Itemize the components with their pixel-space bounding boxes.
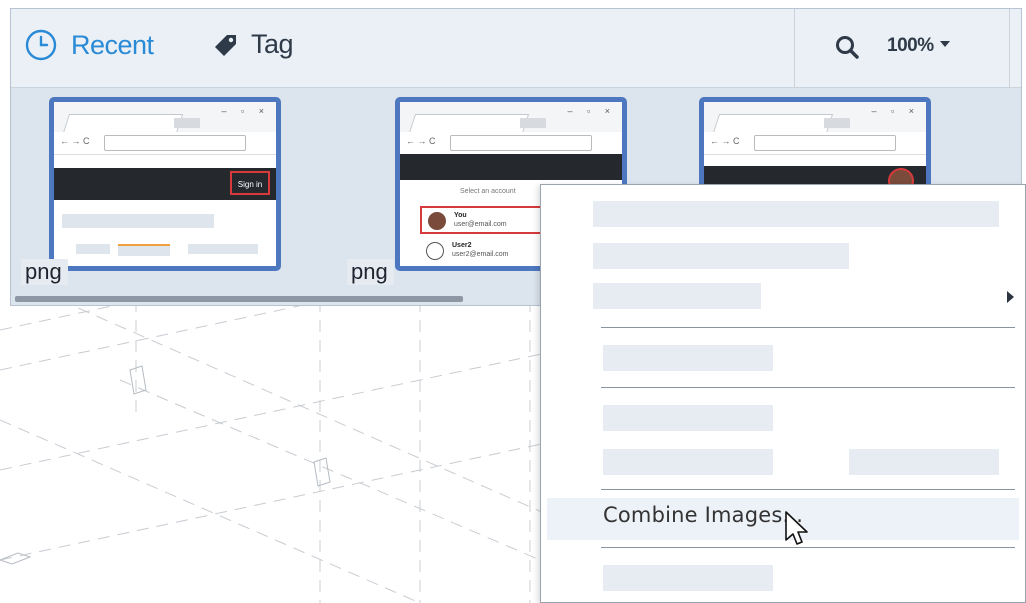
mini-placeholder xyxy=(188,244,258,254)
file-extension-label: png xyxy=(21,259,68,285)
recent-button[interactable]: Recent xyxy=(25,29,154,61)
zoom-dropdown[interactable]: 100% xyxy=(887,35,950,57)
tag-icon xyxy=(215,34,236,56)
context-menu: Combine Images... xyxy=(540,184,1026,603)
chevron-right-icon xyxy=(1007,291,1014,303)
zoom-level: 100% xyxy=(887,35,934,56)
mini-placeholder xyxy=(76,244,110,254)
mini-browser-tabbar: – ▫ × xyxy=(704,102,926,133)
menu-separator xyxy=(601,547,1015,548)
caret-down-icon xyxy=(939,40,950,47)
library-toolbar: Recent Tag 100% xyxy=(11,9,1021,88)
combine-images-label: Combine Images... xyxy=(603,503,804,527)
mini-tab xyxy=(824,118,850,128)
menu-item-placeholder[interactable] xyxy=(603,405,773,431)
tag-button[interactable]: Tag xyxy=(211,29,294,60)
mini-tab xyxy=(408,114,530,133)
mini-account: You user@email.com xyxy=(420,206,560,234)
mini-tab xyxy=(174,118,200,128)
mini-account: User2 user2@email.com xyxy=(420,238,560,266)
mini-browser-tabbar: – ▫ × xyxy=(54,102,276,133)
tag-label: Tag xyxy=(251,29,294,59)
toolbar-divider xyxy=(794,9,795,87)
mini-placeholder xyxy=(118,244,170,256)
nav-arrows-icon: ← → C xyxy=(406,136,436,146)
window-controls-icon: – ▫ × xyxy=(871,106,920,116)
menu-item-placeholder[interactable] xyxy=(603,345,773,371)
menu-item-placeholder[interactable] xyxy=(593,283,761,309)
mini-account-name: You xyxy=(454,212,467,219)
mini-account-email: user@email.com xyxy=(454,221,507,228)
mini-placeholder xyxy=(62,214,214,228)
window-controls-icon: – ▫ × xyxy=(221,106,270,116)
mini-address-bar: ← → C xyxy=(704,132,926,155)
mini-url-field xyxy=(104,135,246,151)
mini-account-email: user2@email.com xyxy=(452,251,509,258)
avatar xyxy=(428,212,446,230)
menu-item-placeholder[interactable] xyxy=(603,565,773,591)
file-extension-label: png xyxy=(347,259,394,285)
mini-address-bar: ← → C xyxy=(54,132,276,155)
menu-item-placeholder[interactable] xyxy=(603,449,773,475)
nav-arrows-icon: ← → C xyxy=(60,136,90,146)
menu-separator xyxy=(601,387,1015,388)
nav-arrows-icon: ← → C xyxy=(710,136,740,146)
mini-url-field xyxy=(754,135,896,151)
menu-item-placeholder[interactable] xyxy=(593,201,999,227)
mini-account-name: User2 xyxy=(452,242,472,249)
mini-url-field xyxy=(450,135,592,151)
mini-header: Sign in xyxy=(54,168,276,200)
window-controls-icon: – ▫ × xyxy=(567,106,616,116)
mini-select-title: Select an account xyxy=(460,188,516,195)
mini-tab xyxy=(62,114,184,133)
mini-tab xyxy=(520,118,546,128)
mini-browser-tabbar: – ▫ × xyxy=(400,102,622,133)
image-thumbnail[interactable]: – ▫ × ← → C Sign in xyxy=(49,97,281,271)
shortcut-placeholder xyxy=(849,449,999,475)
clock-icon xyxy=(25,29,57,61)
menu-separator xyxy=(601,327,1015,328)
mini-header xyxy=(400,154,622,180)
search-icon[interactable] xyxy=(833,33,863,63)
mini-address-bar: ← → C xyxy=(400,132,622,155)
horizontal-scrollbar[interactable] xyxy=(15,296,463,302)
mini-tab xyxy=(712,114,834,133)
menu-item-placeholder[interactable] xyxy=(593,243,849,269)
recent-label: Recent xyxy=(71,29,154,60)
menu-separator xyxy=(601,489,1015,490)
sign-in-highlight: Sign in xyxy=(230,171,270,195)
toolbar-divider xyxy=(1009,9,1010,87)
user-icon xyxy=(426,242,444,260)
